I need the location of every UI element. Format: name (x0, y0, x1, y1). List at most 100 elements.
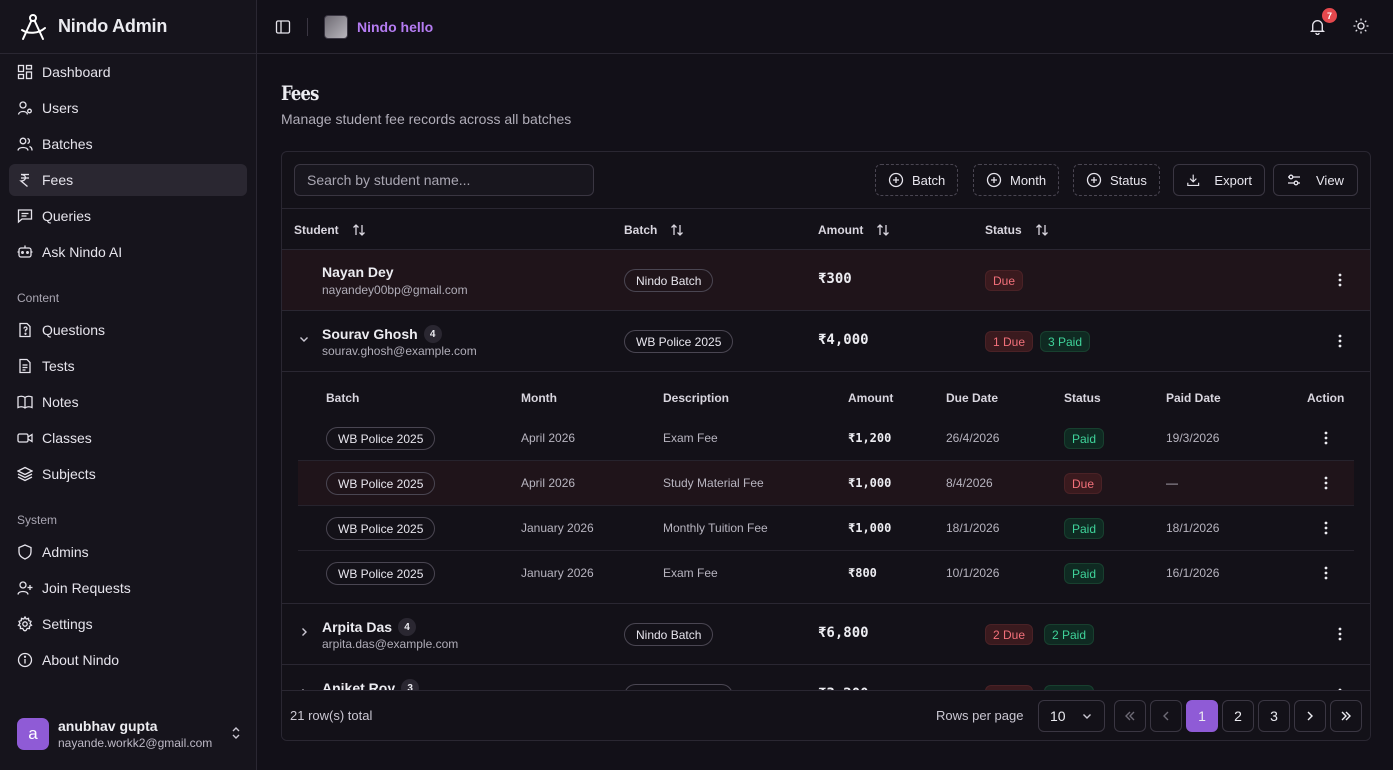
month: January 2026 (521, 521, 594, 535)
more-vertical-icon[interactable] (1332, 333, 1348, 349)
due-count-badge: 1 Due (985, 331, 1034, 352)
student-email: arpita.das@example.com (322, 637, 459, 651)
status-badge: Paid (1064, 563, 1105, 584)
table-header: Student Batch Amount Status (282, 209, 1370, 250)
table-row[interactable]: Nayan Dey nayandey00bp@gmail.com Nindo B… (282, 250, 1370, 311)
sidebar-item-admins[interactable]: Admins (9, 536, 247, 568)
sidebar-item-subjects[interactable]: Subjects (9, 458, 247, 490)
student-email: sourav.ghosh@example.com (322, 344, 477, 358)
student-name: Arpita Das 4 (322, 618, 417, 636)
column-header-amount[interactable]: Amount (818, 222, 891, 238)
column-label: Batch (624, 223, 658, 237)
batch-pill: WB Police 2025 (624, 330, 734, 353)
month: January 2026 (521, 566, 594, 580)
export-button[interactable]: Export (1173, 164, 1265, 196)
sidebar-item-label: Dashboard (42, 64, 111, 80)
notes-icon (17, 395, 33, 409)
page-subtitle: Manage student fee records across all ba… (281, 111, 572, 127)
amount: ₹6,800 (818, 625, 869, 641)
month-filter-button[interactable]: Month (973, 164, 1060, 196)
sub-header-amount: Amount (848, 391, 894, 405)
column-header-batch[interactable]: Batch (624, 222, 685, 238)
sidebar-item-questions[interactable]: Questions (9, 314, 247, 346)
info-icon (17, 652, 33, 668)
sub-header-action: Action (1307, 391, 1345, 405)
amount: ₹1,000 (848, 521, 892, 535)
sub-header-status: Status (1064, 391, 1101, 405)
sidebar-toggle-icon[interactable] (275, 19, 291, 35)
batch-filter-button[interactable]: Batch (875, 164, 959, 196)
sidebar-item-notes[interactable]: Notes (9, 386, 247, 418)
fee-record-row[interactable]: WB Police 2025 April 2026 Exam Fee ₹1,20… (298, 416, 1354, 461)
more-vertical-icon[interactable] (1318, 475, 1334, 491)
sidebar-item-label: Tests (42, 358, 75, 374)
table-toolbar: Batch Month Status Export View (282, 152, 1370, 209)
fee-record-row[interactable]: WB Police 2025 April 2026 Study Material… (298, 461, 1354, 506)
chevron-left-icon (1163, 711, 1169, 721)
sidebar-item-about-nindo[interactable]: About Nindo (9, 644, 247, 676)
page-button-1[interactable]: 1 (1186, 700, 1218, 732)
table-row[interactable]: Arpita Das 4 arpita.das@example.com Nindo… (282, 604, 1370, 665)
status-filter-button[interactable]: Status (1073, 164, 1160, 196)
status-badge: Due (1064, 473, 1103, 494)
rows-per-page-select[interactable]: 10 (1038, 700, 1105, 732)
last-page-button[interactable] (1330, 700, 1362, 732)
status-filter-label: Status (1110, 172, 1147, 188)
column-header-status[interactable]: Status (985, 222, 1050, 238)
sidebar-item-batches[interactable]: Batches (9, 128, 247, 160)
sidebar-item-label: About Nindo (42, 652, 120, 668)
table-row[interactable]: Sourav Ghosh 4 sourav.ghosh@example.com W… (282, 311, 1370, 372)
more-vertical-icon[interactable] (1318, 430, 1334, 446)
chevron-down-icon[interactable] (298, 333, 310, 345)
user-menu[interactable]: a anubhav gupta nayande.workk2@gmail.com (17, 716, 242, 752)
column-header-student[interactable]: Student (294, 222, 367, 238)
batch-pill: Nindo Batch (624, 269, 714, 292)
sun-icon[interactable] (1353, 18, 1369, 34)
user-name: anubhav gupta (58, 718, 158, 734)
batches-icon (17, 137, 33, 151)
logo-icon (21, 13, 46, 40)
description: Study Material Fee (663, 476, 764, 490)
more-vertical-icon[interactable] (1332, 272, 1348, 288)
rows-per-page-value: 10 (1050, 708, 1066, 724)
status-badge: Paid (1064, 428, 1105, 449)
sidebar-item-users[interactable]: Users (9, 92, 247, 124)
fee-record-row[interactable]: WB Police 2025 January 2026 Exam Fee ₹80… (298, 551, 1354, 596)
amount: ₹800 (848, 566, 877, 580)
brand[interactable]: Nindo Admin (0, 0, 256, 54)
page-button-2[interactable]: 2 (1222, 700, 1254, 732)
dashboard-icon (17, 64, 33, 80)
chevron-up-down-icon[interactable] (230, 724, 242, 742)
view-button[interactable]: View (1273, 164, 1358, 196)
chevron-right-icon[interactable] (298, 626, 310, 638)
sidebar-item-fees[interactable]: Fees (9, 164, 247, 196)
student-email: nayandey00bp@gmail.com (322, 283, 468, 297)
first-page-button[interactable] (1114, 700, 1146, 732)
sidebar-item-queries[interactable]: Queries (9, 200, 247, 232)
sidebar-item-tests[interactable]: Tests (9, 350, 247, 382)
more-vertical-icon[interactable] (1332, 626, 1348, 642)
org-name[interactable]: Nindo hello (357, 19, 433, 35)
fee-record-row[interactable]: WB Police 2025 January 2026 Monthly Tuit… (298, 506, 1354, 551)
sidebar-item-dashboard[interactable]: Dashboard (9, 56, 247, 88)
sidebar-item-classes[interactable]: Classes (9, 422, 247, 454)
divider (307, 17, 308, 36)
batch-pill: Nindo Batch (624, 623, 714, 646)
next-page-button[interactable] (1294, 700, 1326, 732)
questions-icon (19, 322, 31, 338)
paid-count-badge: 3 Paid (1040, 331, 1091, 352)
users-icon (17, 101, 32, 115)
page-button-3[interactable]: 3 (1258, 700, 1290, 732)
sidebar-item-ask-nindo-ai[interactable]: Ask Nindo AI (9, 236, 247, 268)
search-input[interactable] (294, 164, 594, 196)
record-count-badge: 4 (423, 325, 442, 343)
sidebar-item-label: Users (42, 100, 79, 116)
view-label: View (1316, 172, 1344, 188)
more-vertical-icon[interactable] (1318, 565, 1334, 581)
sidebar-item-settings[interactable]: Settings (9, 608, 247, 640)
previous-page-button[interactable] (1150, 700, 1182, 732)
tests-icon (19, 358, 31, 374)
chevron-down-icon (1083, 714, 1091, 719)
more-vertical-icon[interactable] (1318, 520, 1334, 536)
sidebar-item-join-requests[interactable]: Join Requests (9, 572, 247, 604)
